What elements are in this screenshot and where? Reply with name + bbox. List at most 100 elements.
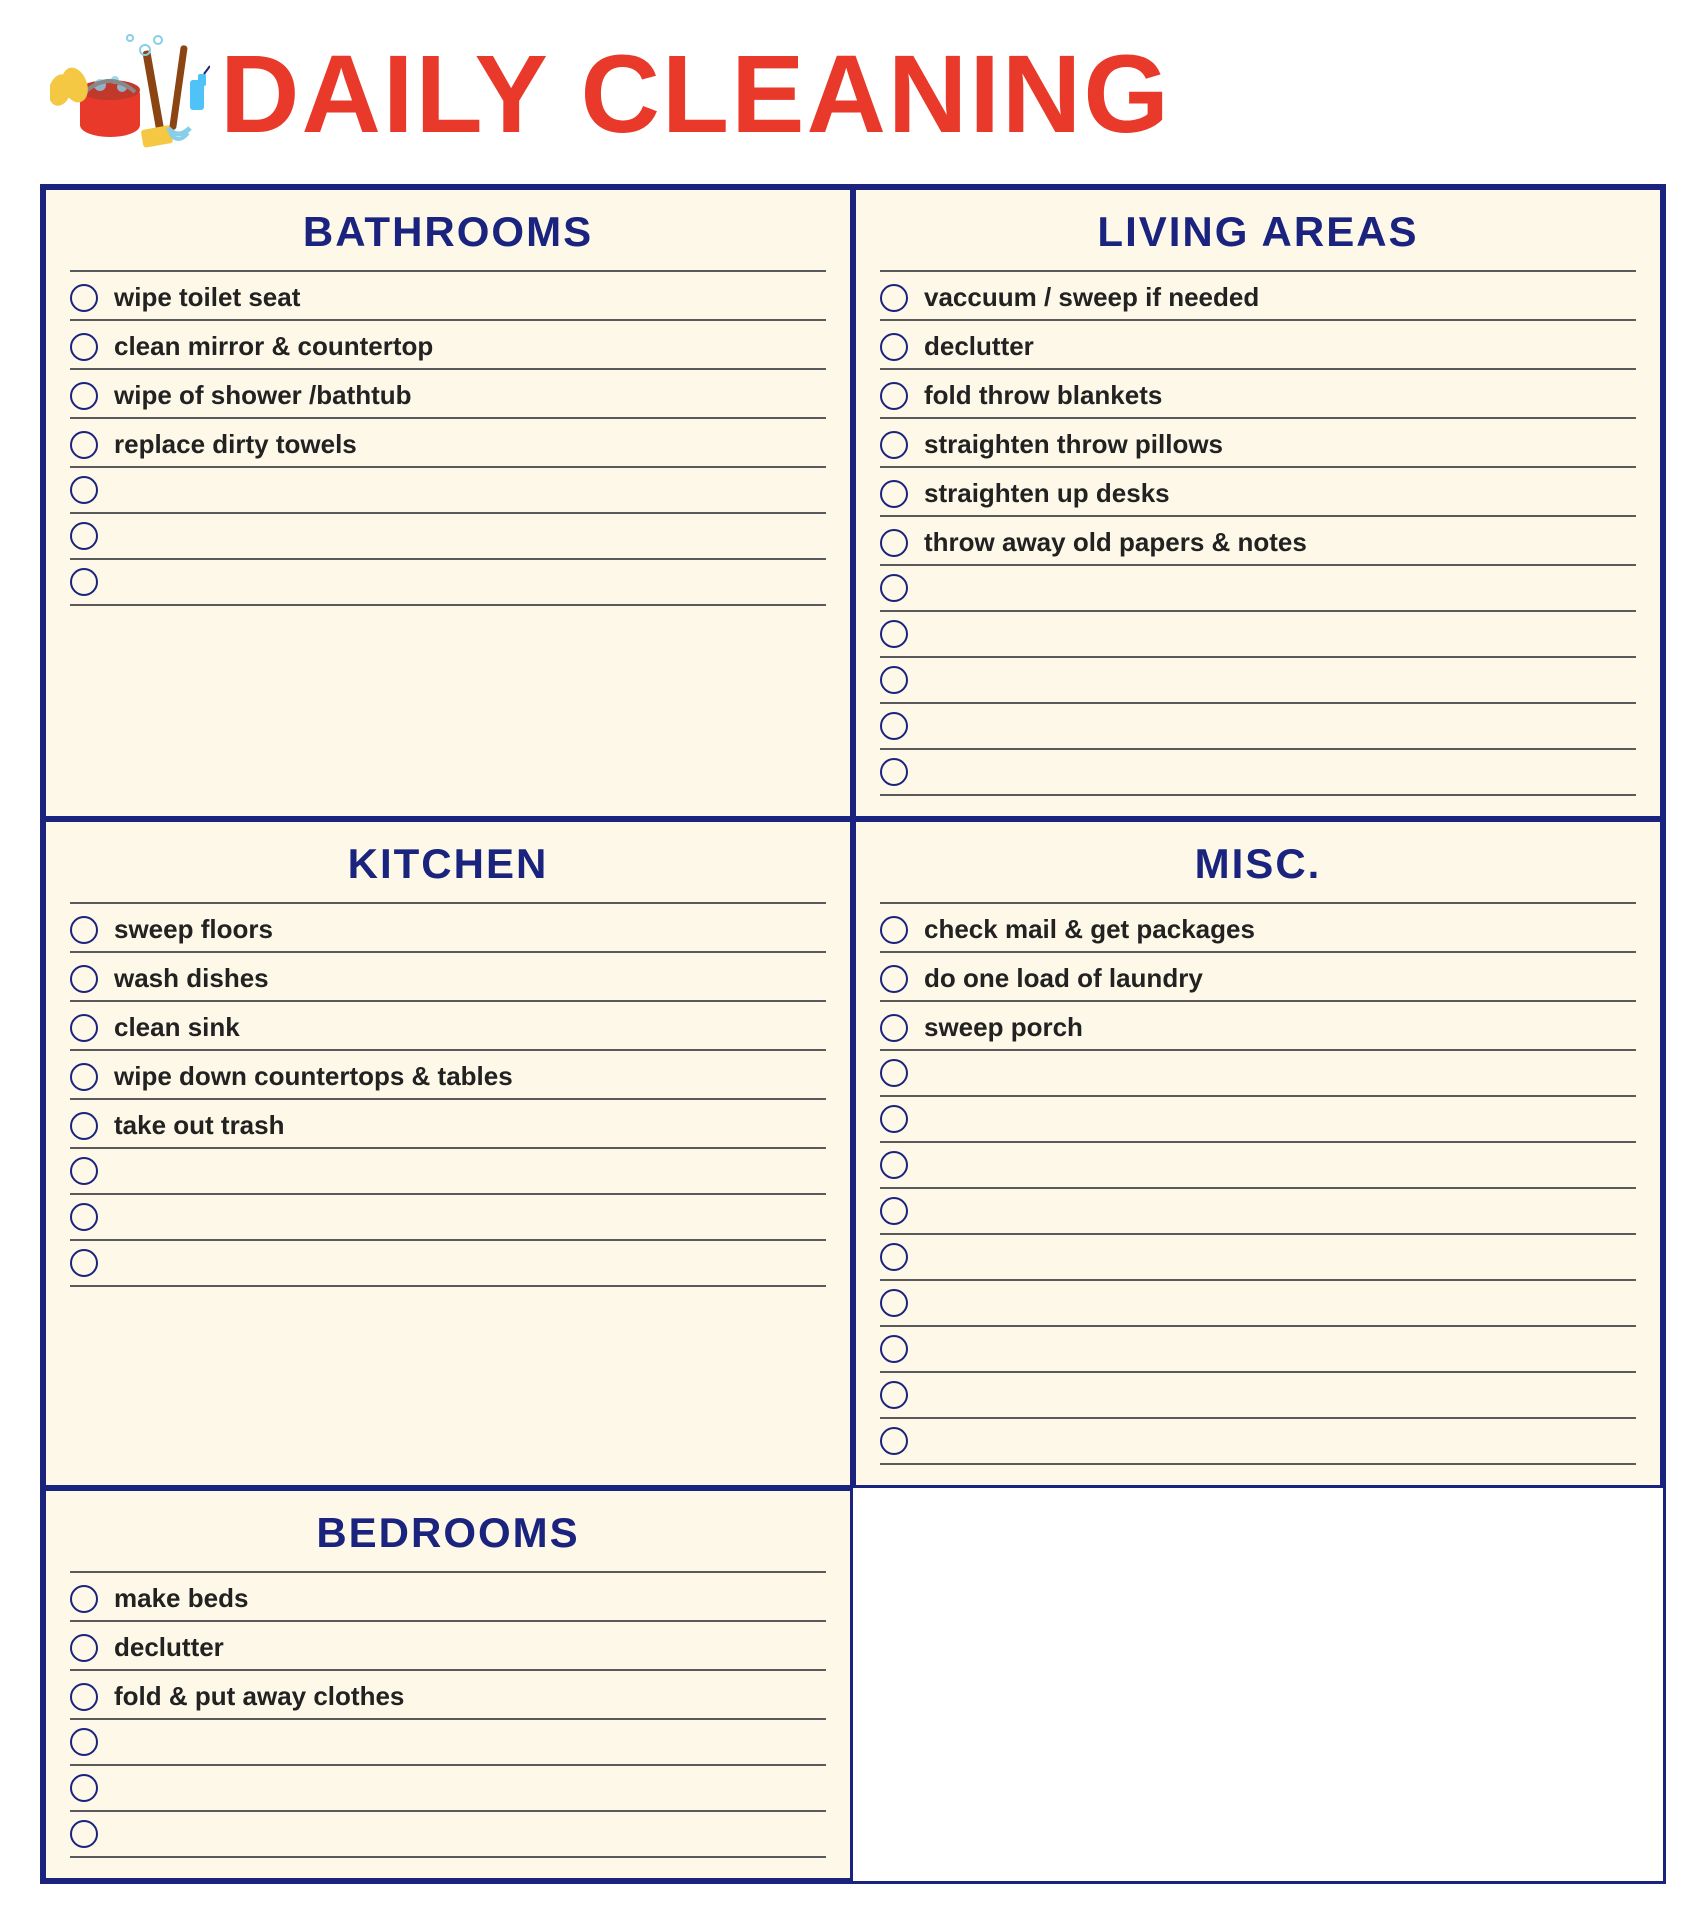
bedrooms-section: BEDROOMS make beds declutter fold & put … [43, 1488, 853, 1881]
empty-row [880, 1419, 1636, 1465]
empty-row [70, 1766, 826, 1812]
item-label: straighten up desks [924, 478, 1170, 509]
checkbox-icon[interactable] [70, 1203, 98, 1231]
checkbox-icon[interactable] [880, 1151, 908, 1179]
item-label: take out trash [114, 1110, 285, 1141]
item-label: throw away old papers & notes [924, 527, 1307, 558]
checkbox-icon[interactable] [70, 522, 98, 550]
item-label: fold throw blankets [924, 380, 1162, 411]
checkbox-icon[interactable] [70, 333, 98, 361]
checkbox-icon[interactable] [880, 1381, 908, 1409]
bedrooms-title: BEDROOMS [46, 1491, 850, 1567]
list-item[interactable]: wipe toilet seat [70, 270, 826, 321]
list-item[interactable]: sweep porch [880, 1002, 1636, 1051]
empty-row [880, 1143, 1636, 1189]
checkbox-icon[interactable] [880, 284, 908, 312]
checkbox-icon[interactable] [880, 1243, 908, 1271]
list-item[interactable]: straighten up desks [880, 468, 1636, 517]
checkbox-icon[interactable] [880, 574, 908, 602]
list-item[interactable]: vaccuum / sweep if needed [880, 270, 1636, 321]
empty-row [70, 560, 826, 606]
checkbox-icon[interactable] [70, 1820, 98, 1848]
checkbox-icon[interactable] [70, 1634, 98, 1662]
checkbox-icon[interactable] [880, 1289, 908, 1317]
checkbox-icon[interactable] [70, 284, 98, 312]
checklist-grid: BATHROOMS wipe toilet seat clean mirror … [40, 184, 1666, 1884]
checkbox-icon[interactable] [880, 758, 908, 786]
bedrooms-items: make beds declutter fold & put away clot… [46, 1567, 850, 1878]
empty-row [70, 1241, 826, 1287]
checkbox-icon[interactable] [70, 431, 98, 459]
checkbox-icon[interactable] [880, 620, 908, 648]
item-label: wipe toilet seat [114, 282, 300, 313]
checkbox-icon[interactable] [70, 1063, 98, 1091]
list-item[interactable]: throw away old papers & notes [880, 517, 1636, 566]
misc-title: MISC. [856, 822, 1660, 898]
empty-row [880, 566, 1636, 612]
checkbox-icon[interactable] [70, 476, 98, 504]
list-item[interactable]: wash dishes [70, 953, 826, 1002]
item-label: check mail & get packages [924, 914, 1255, 945]
list-item[interactable]: sweep floors [70, 902, 826, 953]
checkbox-icon[interactable] [880, 1197, 908, 1225]
item-label: do one load of laundry [924, 963, 1203, 994]
list-item[interactable]: fold throw blankets [880, 370, 1636, 419]
checkbox-icon[interactable] [880, 712, 908, 740]
checkbox-icon[interactable] [70, 1014, 98, 1042]
checkbox-icon[interactable] [880, 1014, 908, 1042]
list-item[interactable]: take out trash [70, 1100, 826, 1149]
item-label: vaccuum / sweep if needed [924, 282, 1259, 313]
checkbox-icon[interactable] [70, 916, 98, 944]
empty-row [880, 704, 1636, 750]
checkbox-icon[interactable] [70, 1585, 98, 1613]
kitchen-section: KITCHEN sweep floors wash dishes clean s… [43, 819, 853, 1488]
checkbox-icon[interactable] [70, 1112, 98, 1140]
list-item[interactable]: make beds [70, 1571, 826, 1622]
checkbox-icon[interactable] [70, 382, 98, 410]
checkbox-icon[interactable] [70, 1683, 98, 1711]
checkbox-icon[interactable] [70, 1774, 98, 1802]
page-title: DAILY CLEANING [220, 40, 1171, 150]
checkbox-icon[interactable] [880, 1059, 908, 1087]
checkbox-icon[interactable] [70, 1249, 98, 1277]
checkbox-icon[interactable] [880, 666, 908, 694]
item-label: wipe down countertops & tables [114, 1061, 513, 1092]
item-label: clean mirror & countertop [114, 331, 433, 362]
list-item[interactable]: clean mirror & countertop [70, 321, 826, 370]
list-item[interactable]: do one load of laundry [880, 953, 1636, 1002]
list-item[interactable]: fold & put away clothes [70, 1671, 826, 1720]
checkbox-icon[interactable] [880, 1105, 908, 1133]
empty-row [880, 750, 1636, 796]
checkbox-icon[interactable] [70, 1157, 98, 1185]
empty-row [880, 612, 1636, 658]
checkbox-icon[interactable] [880, 480, 908, 508]
checkbox-icon[interactable] [70, 1728, 98, 1756]
page-header: DAILY CLEANING [40, 30, 1666, 160]
checkbox-icon[interactable] [880, 382, 908, 410]
living-areas-items: vaccuum / sweep if needed declutter fold… [856, 266, 1660, 816]
list-item[interactable]: declutter [70, 1622, 826, 1671]
list-item[interactable]: clean sink [70, 1002, 826, 1051]
list-item[interactable]: wipe down countertops & tables [70, 1051, 826, 1100]
checkbox-icon[interactable] [70, 568, 98, 596]
empty-row [70, 1812, 826, 1858]
item-label: straighten throw pillows [924, 429, 1223, 460]
checkbox-icon[interactable] [880, 333, 908, 361]
checkbox-icon[interactable] [880, 916, 908, 944]
list-item[interactable]: declutter [880, 321, 1636, 370]
empty-row [880, 1281, 1636, 1327]
item-label: clean sink [114, 1012, 240, 1043]
bathrooms-items: wipe toilet seat clean mirror & countert… [46, 266, 850, 626]
checkbox-icon[interactable] [880, 1335, 908, 1363]
checkbox-icon[interactable] [880, 529, 908, 557]
checkbox-icon[interactable] [880, 1427, 908, 1455]
checkbox-icon[interactable] [880, 965, 908, 993]
list-item[interactable]: replace dirty towels [70, 419, 826, 468]
list-item[interactable]: wipe of shower /bathtub [70, 370, 826, 419]
list-item[interactable]: check mail & get packages [880, 902, 1636, 953]
living-areas-title: LIVING AREAS [856, 190, 1660, 266]
checkbox-icon[interactable] [70, 965, 98, 993]
checkbox-icon[interactable] [880, 431, 908, 459]
kitchen-title: KITCHEN [46, 822, 850, 898]
list-item[interactable]: straighten throw pillows [880, 419, 1636, 468]
